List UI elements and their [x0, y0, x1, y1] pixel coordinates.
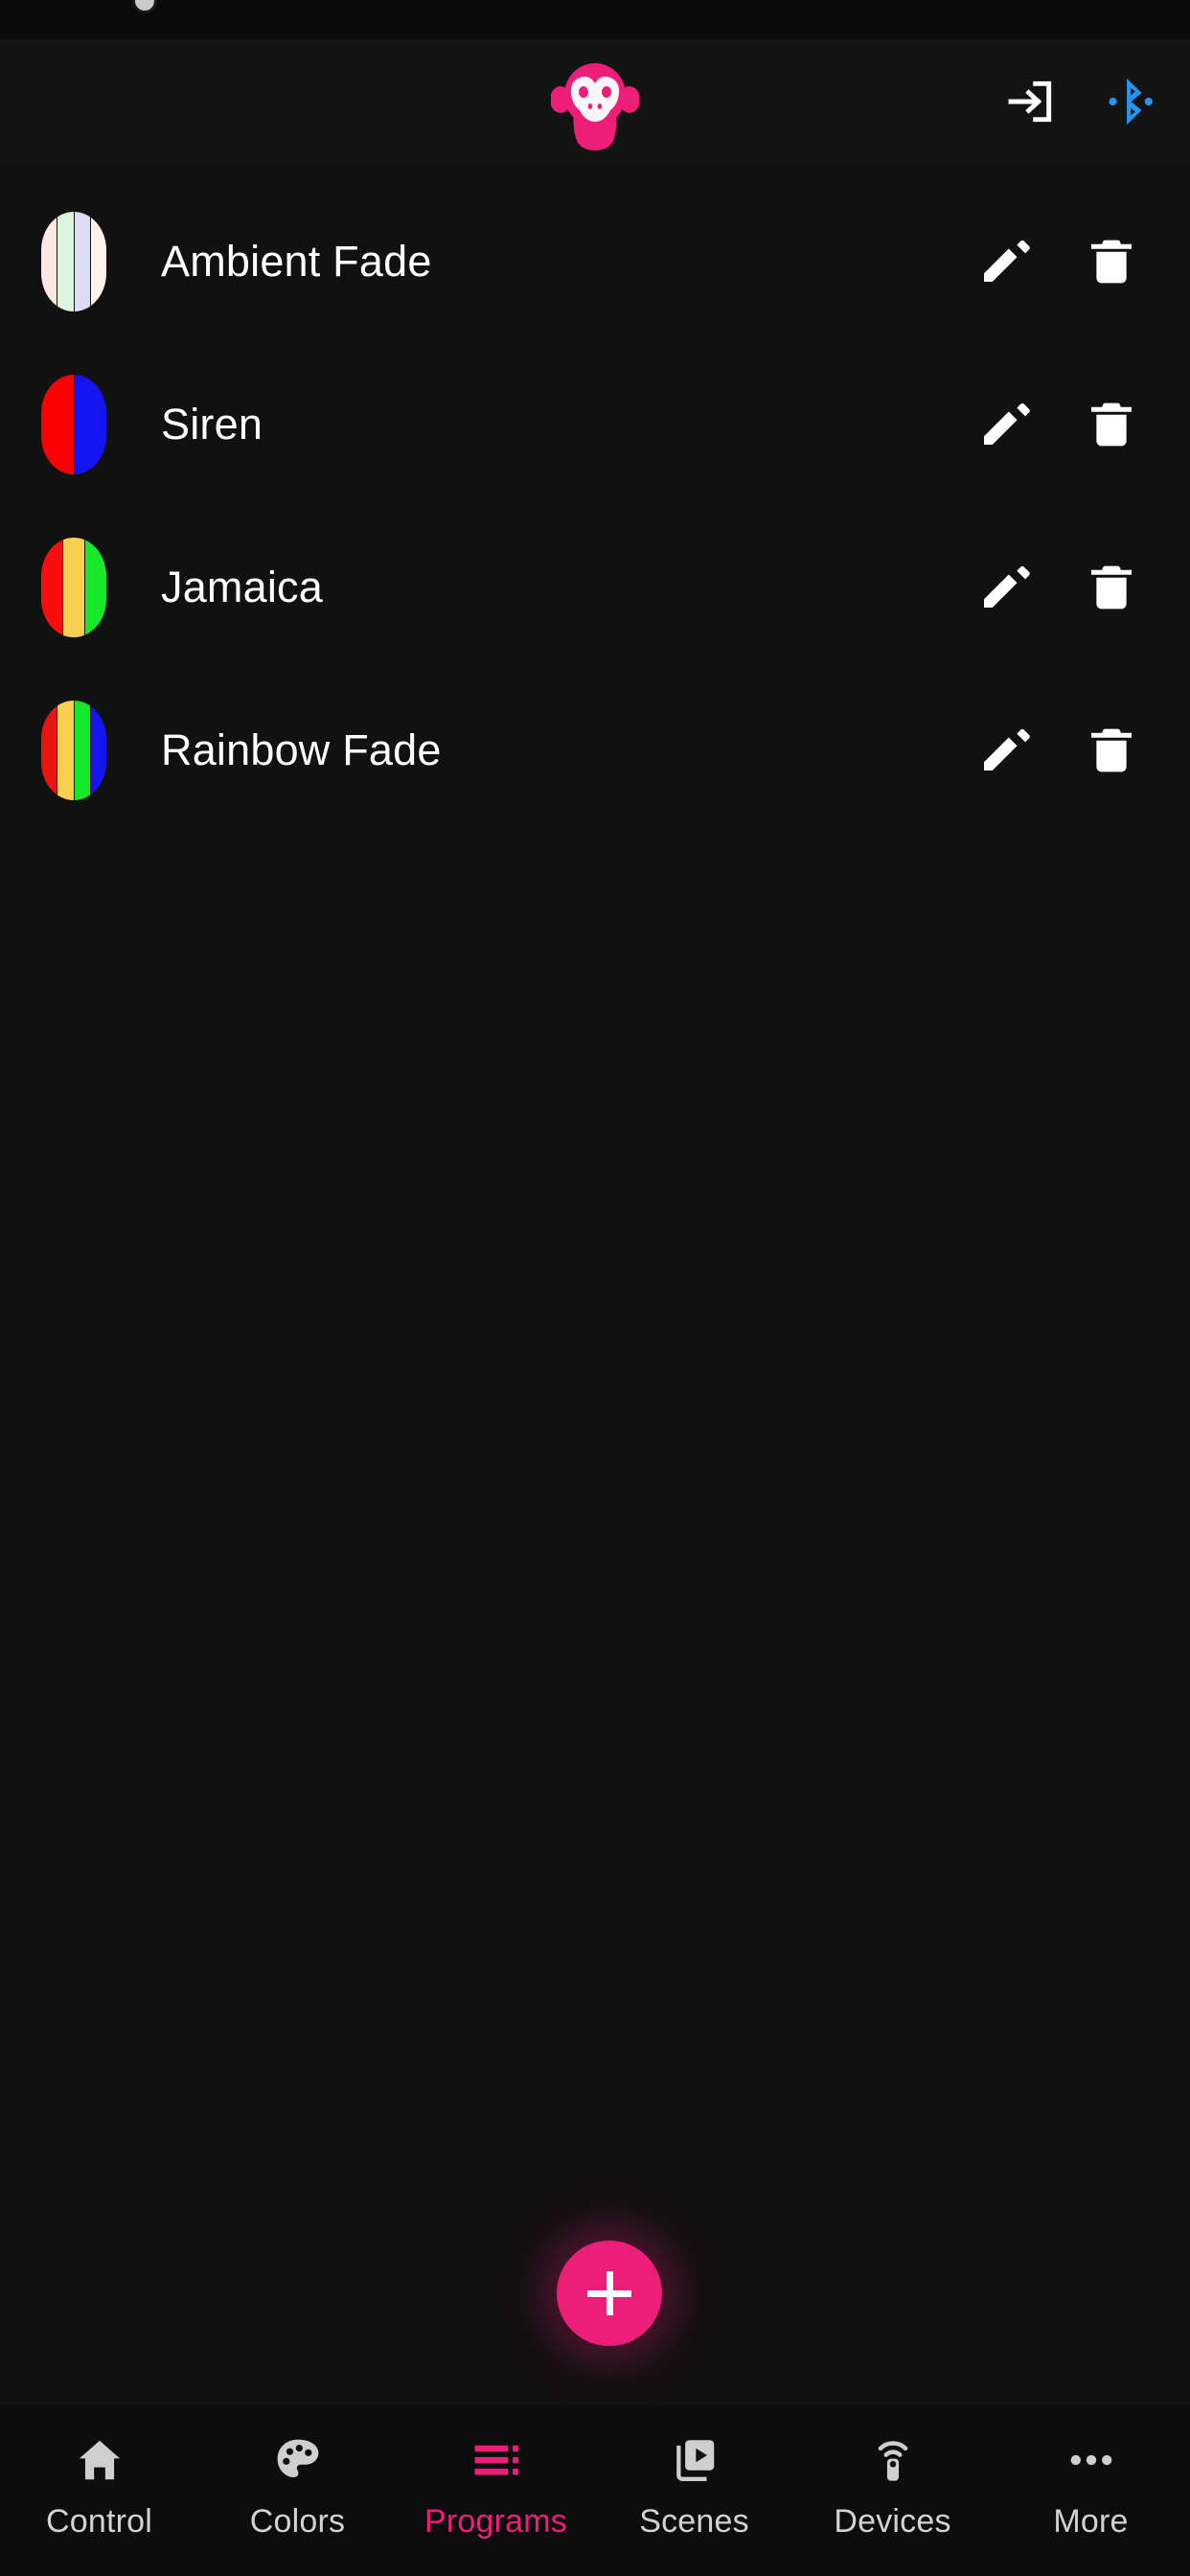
delete-button[interactable]: [1058, 534, 1165, 641]
add-program-button[interactable]: [557, 2241, 662, 2346]
table-row[interactable]: Rainbow Fade: [0, 669, 1190, 832]
program-name: Jamaica: [161, 563, 323, 611]
status-bar-glyph: [132, 0, 157, 13]
program-color-swatch: [41, 538, 106, 637]
edit-button[interactable]: [950, 371, 1058, 478]
home-icon: [74, 2430, 126, 2490]
nav-label: Devices: [834, 2503, 951, 2540]
row-actions: [950, 208, 1165, 315]
table-row[interactable]: Jamaica: [0, 506, 1190, 669]
delete-button[interactable]: [1058, 371, 1165, 478]
table-row[interactable]: Siren: [0, 343, 1190, 506]
nav-item-scenes[interactable]: Scenes: [595, 2405, 793, 2576]
header-actions: [1000, 39, 1159, 164]
list-icon: [470, 2430, 522, 2490]
program-color-swatch: [41, 375, 106, 474]
nav-label: Control: [45, 2503, 152, 2540]
table-row[interactable]: Ambient Fade: [0, 180, 1190, 343]
nav-item-control[interactable]: Control: [0, 2405, 198, 2576]
remote-control-icon: [867, 2430, 919, 2490]
status-bar: [0, 0, 1190, 39]
program-color-swatch: [41, 701, 106, 800]
plus-icon: [587, 2271, 631, 2315]
bluetooth-icon[interactable]: [1098, 71, 1159, 132]
bottom-navigation: Control Colors Programs Scenes Devices M…: [0, 2405, 1190, 2576]
nav-item-devices[interactable]: Devices: [793, 2405, 992, 2576]
app-header: [0, 39, 1190, 164]
delete-button[interactable]: [1058, 697, 1165, 804]
edit-button[interactable]: [950, 534, 1058, 641]
program-name: Rainbow Fade: [161, 725, 442, 774]
login-icon[interactable]: [1000, 71, 1062, 132]
program-color-swatch: [41, 212, 106, 311]
delete-button[interactable]: [1058, 208, 1165, 315]
program-name: Siren: [161, 400, 263, 448]
nav-item-programs[interactable]: Programs: [397, 2405, 595, 2576]
more-horizontal-icon: [1065, 2430, 1117, 2490]
row-actions: [950, 697, 1165, 804]
edit-button[interactable]: [950, 208, 1058, 315]
nav-label: Programs: [424, 2503, 567, 2540]
edit-button[interactable]: [950, 697, 1058, 804]
nav-item-colors[interactable]: Colors: [198, 2405, 397, 2576]
nav-label: More: [1053, 2503, 1129, 2540]
program-name: Ambient Fade: [161, 237, 432, 286]
program-list: Ambient Fade Siren Jamaica Rainbow Fade: [0, 180, 1190, 832]
row-actions: [950, 371, 1165, 478]
nav-label: Scenes: [639, 2503, 749, 2540]
nav-item-more[interactable]: More: [992, 2405, 1190, 2576]
nav-label: Colors: [249, 2503, 346, 2540]
palette-icon: [272, 2430, 324, 2490]
video-library-icon: [669, 2430, 721, 2490]
app-root: Ambient Fade Siren Jamaica Rainbow Fade …: [0, 0, 1190, 2576]
row-actions: [950, 534, 1165, 641]
monkey-logo: [550, 55, 640, 150]
